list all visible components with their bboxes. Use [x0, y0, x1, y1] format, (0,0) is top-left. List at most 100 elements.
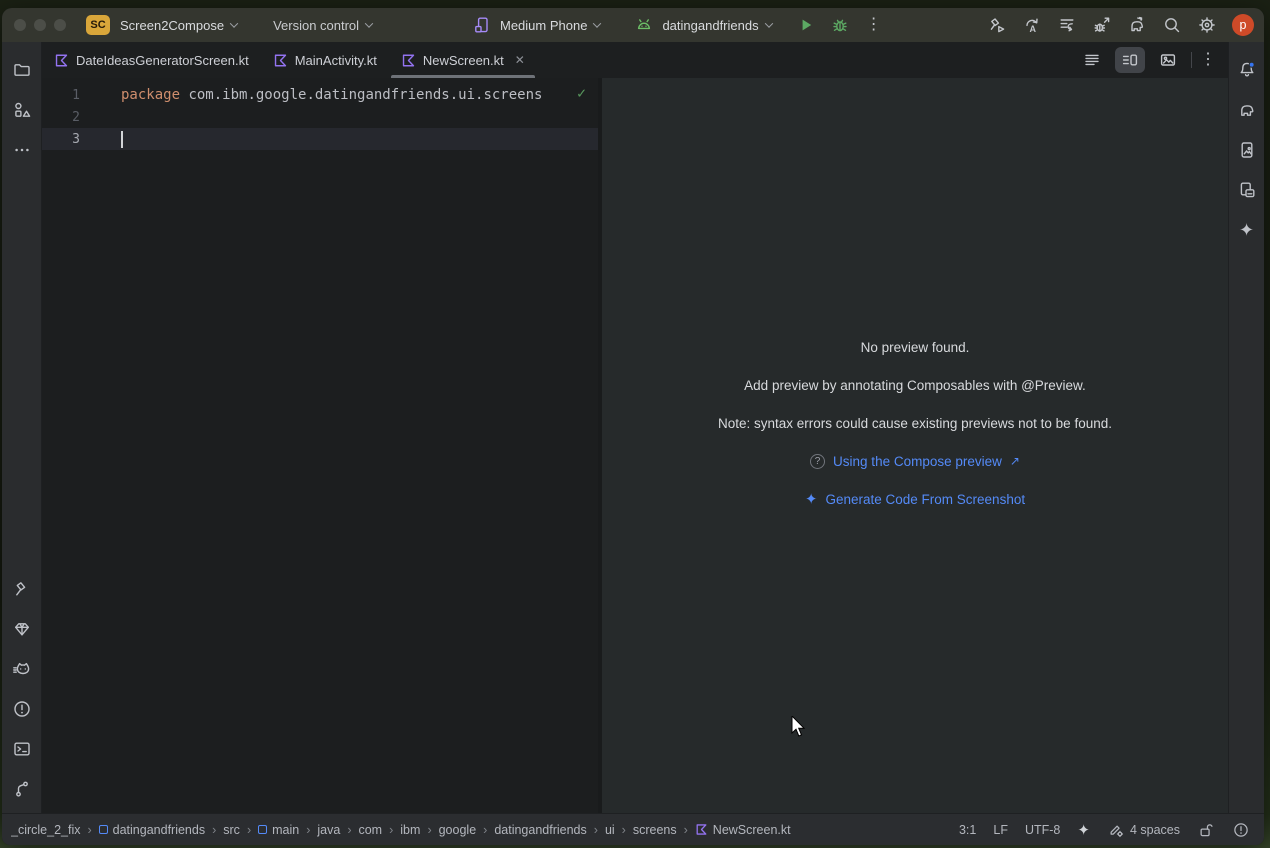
lock-icon[interactable]: [1197, 821, 1215, 839]
terminal-icon: [12, 739, 32, 759]
device-manager-tool-button[interactable]: [1229, 170, 1264, 210]
problems-tool-button[interactable]: [2, 689, 41, 729]
phone-preview-icon: [1237, 140, 1257, 160]
code-view-button[interactable]: [1077, 47, 1107, 73]
preview-hint: Add preview by annotating Composables wi…: [744, 366, 1086, 404]
breadcrumb-item[interactable]: google: [439, 823, 477, 837]
device-selector-label: Medium Phone: [500, 18, 587, 33]
folder-icon: [12, 60, 32, 80]
code-line-current[interactable]: 3: [42, 128, 598, 150]
breadcrumb-item[interactable]: datingandfriends: [99, 823, 205, 837]
line-number: 2: [56, 110, 80, 125]
breadcrumb-item[interactable]: main: [258, 823, 299, 837]
right-tool-stripe: ✦: [1228, 42, 1264, 813]
design-view-icon: [1158, 50, 1178, 70]
notifications-tool-button[interactable]: [1229, 50, 1264, 90]
close-window-button[interactable]: [14, 19, 26, 31]
breadcrumb-item[interactable]: ui: [605, 823, 615, 837]
design-view-button[interactable]: [1153, 47, 1183, 73]
kotlin-file-icon: [54, 53, 69, 68]
breadcrumb-item[interactable]: java: [317, 823, 340, 837]
settings-gear-icon[interactable]: [1197, 15, 1217, 35]
tab-newscreen[interactable]: NewScreen.kt ✕: [389, 42, 537, 78]
tab-mainactivity[interactable]: MainActivity.kt: [261, 42, 389, 78]
hammer-icon: [12, 579, 32, 599]
main-area: DateIdeasGeneratorScreen.kt MainActivity…: [2, 42, 1264, 813]
editor-more-options-button[interactable]: ⋮: [1200, 52, 1216, 68]
status-bar: _circle_2_fix › datingandfriends › src ›…: [2, 813, 1264, 845]
status-bar-widgets: 3:1 LF UTF-8 ✦ 4 spaces: [959, 821, 1250, 839]
code-view-icon: [1082, 50, 1102, 70]
resource-manager-tool-button[interactable]: [2, 90, 41, 130]
more-tool-windows-button[interactable]: [2, 130, 41, 170]
line-separator-widget[interactable]: LF: [993, 823, 1008, 837]
resource-manager-icon: [12, 100, 32, 120]
reload-changes-icon[interactable]: [1057, 15, 1077, 35]
error-notice-icon[interactable]: [1232, 821, 1250, 839]
version-control-menu[interactable]: Version control: [273, 18, 372, 33]
device-selector[interactable]: Medium Phone: [500, 18, 600, 33]
running-devices-tool-button[interactable]: [1229, 130, 1264, 170]
code-line[interactable]: 1 package com.ibm.google.datingandfriend…: [42, 84, 598, 106]
logcat-tool-button[interactable]: [2, 649, 41, 689]
app-quality-insights-tool-button[interactable]: [2, 609, 41, 649]
compose-preview-help-link[interactable]: ? Using the Compose preview ↗: [810, 442, 1020, 480]
gemini-tool-button[interactable]: ✦: [1229, 210, 1264, 250]
breadcrumb-item[interactable]: ibm: [400, 823, 420, 837]
preview-note: Note: syntax errors could cause existing…: [718, 404, 1112, 442]
breadcrumb-separator: ›: [389, 823, 393, 837]
breadcrumb-item-file[interactable]: NewScreen.kt: [695, 823, 791, 837]
more-actions-button[interactable]: ⋮: [866, 17, 882, 33]
generate-code-from-screenshot-link[interactable]: ✦ Generate Code From Screenshot: [805, 480, 1025, 518]
titlebar-right-toolbar: A p: [987, 8, 1254, 42]
search-icon[interactable]: [1162, 15, 1182, 35]
tab-dateideasgeneratorscreen[interactable]: DateIdeasGeneratorScreen.kt: [42, 42, 261, 78]
editor-column: DateIdeasGeneratorScreen.kt MainActivity…: [42, 42, 1228, 813]
breadcrumb-separator: ›: [247, 823, 251, 837]
breadcrumb-item[interactable]: com: [358, 823, 382, 837]
breadcrumb-item[interactable]: src: [223, 823, 240, 837]
version-control-tool-button[interactable]: [2, 769, 41, 809]
run-button[interactable]: [796, 15, 816, 35]
build-tool-button[interactable]: [2, 569, 41, 609]
breadcrumb-separator: ›: [427, 823, 431, 837]
text-caret: [121, 131, 123, 148]
caret-position-widget[interactable]: 3:1: [959, 823, 976, 837]
breadcrumb-item[interactable]: _circle_2_fix: [11, 823, 80, 837]
inspection-status-icon[interactable]: ✓: [577, 84, 586, 102]
gradle-tool-button[interactable]: [1229, 90, 1264, 130]
version-control-label: Version control: [273, 18, 359, 33]
close-tab-icon[interactable]: ✕: [515, 53, 525, 67]
kotlin-file-icon: [273, 53, 288, 68]
svg-text:A: A: [1030, 24, 1037, 34]
terminal-tool-button[interactable]: [2, 729, 41, 769]
window-controls: [14, 19, 66, 31]
encoding-widget[interactable]: UTF-8: [1025, 823, 1060, 837]
apply-changes-icon[interactable]: A: [1022, 15, 1042, 35]
code-line[interactable]: 2: [42, 106, 598, 128]
code-editor[interactable]: 1 package com.ibm.google.datingandfriend…: [42, 78, 598, 813]
run-toolbar: Medium Phone datingandfriends ⋮: [472, 8, 882, 42]
profile-avatar[interactable]: p: [1232, 14, 1254, 36]
device-icon: [472, 15, 492, 35]
breadcrumb-separator: ›: [87, 823, 91, 837]
sparkle-icon: ✦: [1239, 221, 1254, 239]
debug-button[interactable]: [830, 15, 850, 35]
breadcrumb-item[interactable]: datingandfriends: [494, 823, 586, 837]
gradle-sync-icon[interactable]: [1127, 15, 1147, 35]
ide-window: SC Screen2Compose Version control Medium…: [2, 8, 1264, 845]
breadcrumb-item[interactable]: screens: [633, 823, 677, 837]
breadcrumb-separator: ›: [684, 823, 688, 837]
ai-assistant-sparkle-icon[interactable]: ✦: [1077, 821, 1090, 839]
build-run-icon[interactable]: [987, 15, 1007, 35]
attach-debugger-icon[interactable]: [1092, 15, 1112, 35]
project-tool-button[interactable]: [2, 50, 41, 90]
breadcrumb-separator: ›: [306, 823, 310, 837]
run-configuration-selector[interactable]: datingandfriends: [662, 18, 771, 33]
split-view-button[interactable]: [1115, 47, 1145, 73]
indent-widget[interactable]: 4 spaces: [1107, 821, 1180, 839]
project-menu[interactable]: Screen2Compose: [120, 18, 237, 33]
zoom-window-button[interactable]: [54, 19, 66, 31]
breadcrumb-separator: ›: [622, 823, 626, 837]
minimize-window-button[interactable]: [34, 19, 46, 31]
